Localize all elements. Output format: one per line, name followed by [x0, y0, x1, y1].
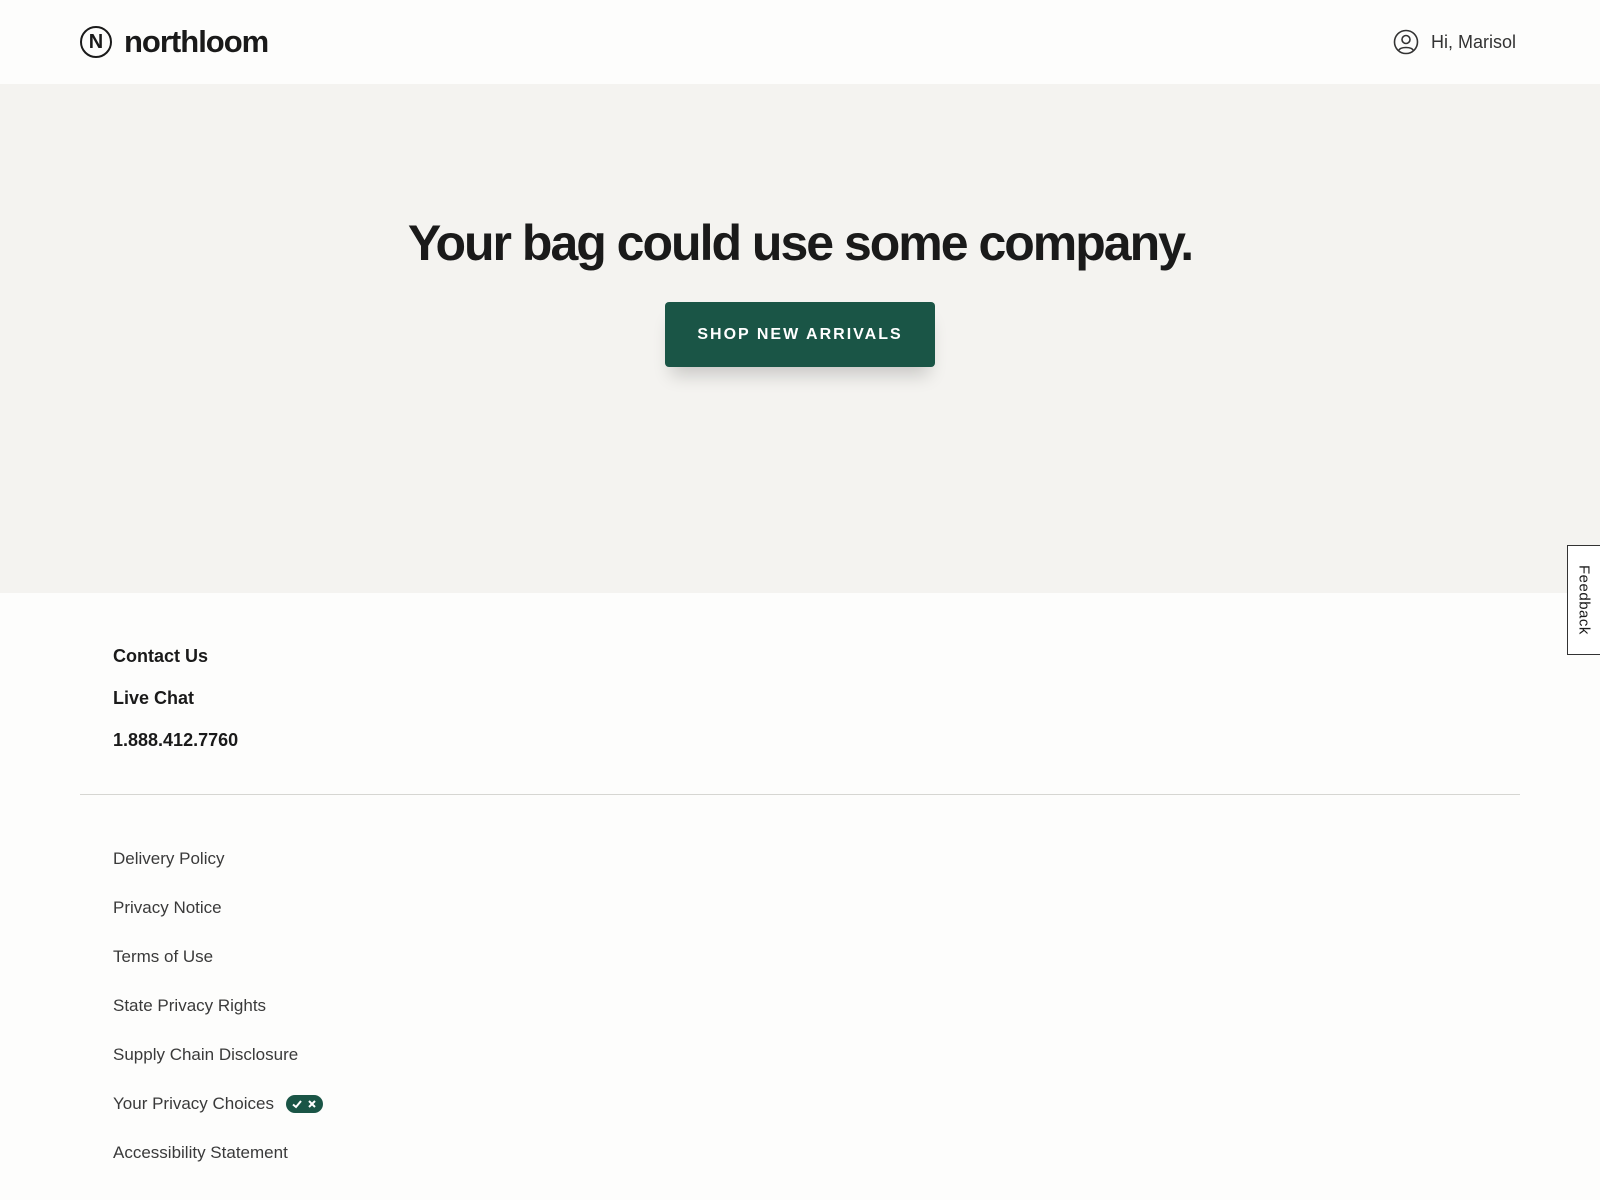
check-icon [292, 1100, 302, 1109]
terms-of-use-link[interactable]: Terms of Use [113, 946, 323, 995]
site-header: N northloom Hi, Marisol [0, 0, 1600, 84]
footer-divider [80, 794, 1520, 795]
link-label: Terms of Use [113, 947, 214, 966]
logo-link[interactable]: N northloom [80, 24, 269, 60]
state-privacy-rights-link[interactable]: State Privacy Rights [113, 995, 323, 1044]
link-label: Accessibility Statement [113, 1143, 288, 1162]
live-chat-link[interactable]: Live Chat [113, 687, 238, 729]
privacy-toggle-icon [285, 1095, 323, 1113]
contact-us-link[interactable]: Contact Us [113, 645, 238, 687]
user-circle-icon [1393, 29, 1419, 55]
delivery-policy-link[interactable]: Delivery Policy [113, 848, 323, 897]
link-label: Privacy Notice [113, 898, 222, 917]
x-icon [307, 1100, 316, 1108]
legal-links: Delivery Policy Privacy Notice Terms of … [113, 848, 323, 1191]
empty-bag-hero: Your bag could use some company. SHOP NE… [0, 84, 1600, 593]
link-label: Supply Chain Disclosure [113, 1045, 299, 1064]
account-menu[interactable]: Hi, Marisol [1393, 29, 1516, 55]
feedback-tab[interactable]: Feedback [1567, 545, 1600, 655]
phone-number-link[interactable]: 1.888.412.7760 [113, 729, 238, 771]
contact-links: Contact Us Live Chat 1.888.412.7760 [113, 645, 238, 771]
supply-chain-disclosure-link[interactable]: Supply Chain Disclosure [113, 1044, 323, 1093]
link-label: State Privacy Rights [113, 996, 267, 1015]
accessibility-statement-link[interactable]: Accessibility Statement [113, 1142, 323, 1191]
link-label: Your Privacy Choices [113, 1094, 274, 1113]
privacy-choices-link[interactable]: Your Privacy Choices [113, 1093, 323, 1142]
account-greeting: Hi, Marisol [1430, 31, 1516, 52]
link-label: Delivery Policy [113, 849, 225, 868]
privacy-notice-link[interactable]: Privacy Notice [113, 897, 323, 946]
hero-title: Your bag could use some company. [407, 215, 1194, 271]
feedback-label: Feedback [1575, 565, 1593, 635]
shop-new-arrivals-button[interactable]: SHOP NEW ARRIVALS [665, 302, 935, 367]
logo-mark-icon: N [80, 26, 112, 58]
logo-text: northloom [124, 24, 269, 59]
